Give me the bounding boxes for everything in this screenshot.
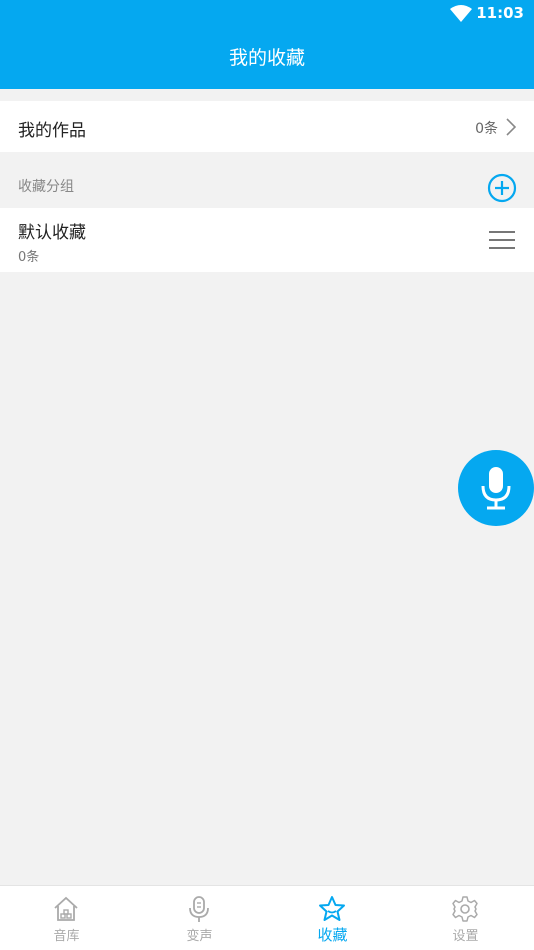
home-icon xyxy=(54,896,78,921)
tab-label: 设置 xyxy=(452,929,479,944)
my-works-count: 0条 xyxy=(475,121,498,137)
tab-library[interactable]: 音库 xyxy=(0,886,133,950)
list-item[interactable]: 默认收藏 0条 xyxy=(0,208,534,272)
page-title: 我的收藏 xyxy=(228,47,305,69)
my-works-label: 我的作品 xyxy=(18,121,86,141)
record-fab-button[interactable] xyxy=(458,450,534,526)
menu-icon[interactable] xyxy=(489,230,515,250)
tab-voice-change[interactable]: 变声 xyxy=(133,886,266,950)
microphone-icon xyxy=(189,896,209,922)
tab-favorites[interactable]: 收藏 xyxy=(266,886,399,950)
add-circle-icon[interactable] xyxy=(487,173,517,203)
tab-settings[interactable]: 设置 xyxy=(399,886,532,950)
chevron-right-icon xyxy=(506,118,516,136)
wifi-icon xyxy=(450,5,472,22)
star-icon xyxy=(319,896,345,921)
tab-label: 收藏 xyxy=(317,926,348,944)
microphone-icon xyxy=(481,467,511,510)
header-bar: 我的收藏 xyxy=(0,28,534,89)
status-bar: 11:03 xyxy=(0,0,534,28)
group-count: 0条 xyxy=(18,250,40,265)
tab-label: 音库 xyxy=(53,929,80,944)
status-time: 11:03 xyxy=(476,4,524,22)
bottom-tab-bar: 音库 变声 收藏 设置 xyxy=(0,885,534,950)
tab-label: 变声 xyxy=(186,929,213,944)
groups-section-label: 收藏分组 xyxy=(18,179,74,195)
group-name: 默认收藏 xyxy=(18,223,86,243)
my-works-row[interactable]: 我的作品 0条 xyxy=(0,101,534,152)
gear-icon xyxy=(452,896,478,922)
groups-section-header: 收藏分组 xyxy=(0,164,534,208)
